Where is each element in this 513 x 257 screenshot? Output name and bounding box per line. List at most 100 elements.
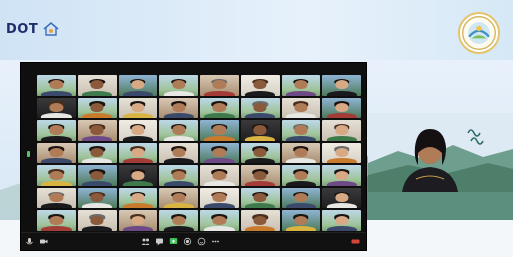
participant-tile[interactable]: [77, 187, 117, 209]
participant-face: [49, 193, 63, 203]
participant-body: [82, 226, 113, 231]
participant-tile[interactable]: [37, 97, 76, 119]
participant-tile[interactable]: [322, 142, 361, 164]
participant-face: [335, 193, 349, 203]
participant-face: [90, 102, 104, 112]
participant-tile[interactable]: [200, 187, 239, 209]
participant-tile[interactable]: [281, 165, 321, 186]
participant-body: [82, 180, 113, 186]
participant-tile[interactable]: [200, 165, 239, 186]
participant-face: [172, 193, 186, 203]
participant-tile[interactable]: [281, 142, 321, 164]
participant-tile[interactable]: [159, 210, 198, 231]
emblem-seal-icon: [458, 12, 500, 54]
participant-tile[interactable]: [240, 120, 280, 141]
participant-tile[interactable]: [281, 120, 321, 141]
participant-tile[interactable]: [159, 142, 198, 164]
participant-tile[interactable]: [37, 142, 76, 164]
mic-icon[interactable]: [25, 237, 34, 246]
participant-face: [253, 170, 267, 180]
participant-tile[interactable]: [322, 97, 361, 119]
participant-face: [294, 170, 308, 180]
participant-tile[interactable]: [77, 120, 117, 141]
participant-face: [335, 125, 349, 135]
participant-tile[interactable]: [281, 210, 321, 231]
participant-tile[interactable]: [118, 210, 158, 231]
reactions-icon[interactable]: [197, 237, 206, 246]
participant-tile[interactable]: [118, 165, 158, 186]
participant-tile[interactable]: [37, 210, 76, 231]
participant-body: [245, 135, 276, 141]
participant-face: [335, 80, 349, 90]
participant-tile[interactable]: [118, 187, 158, 209]
participant-tile[interactable]: [118, 75, 158, 96]
participant-face: [172, 125, 186, 135]
more-icon[interactable]: [211, 237, 220, 246]
participant-tile[interactable]: [322, 210, 361, 231]
leave-icon[interactable]: [351, 237, 360, 246]
participant-tile[interactable]: [77, 97, 117, 119]
participant-tile[interactable]: [200, 142, 239, 164]
participant-tile[interactable]: [322, 75, 361, 96]
participant-tile[interactable]: [322, 120, 361, 141]
participant-body: [204, 90, 235, 96]
participant-body: [204, 158, 235, 164]
participant-tile[interactable]: [240, 165, 280, 186]
video-icon[interactable]: [39, 237, 48, 246]
participant-tile[interactable]: [77, 142, 117, 164]
participant-face: [49, 80, 63, 90]
participant-tile[interactable]: [240, 187, 280, 209]
participant-tile[interactable]: [240, 210, 280, 231]
participant-tile[interactable]: [200, 210, 239, 231]
chat-icon[interactable]: [155, 237, 164, 246]
participant-tile[interactable]: [281, 187, 321, 209]
active-speaker-indicator: [27, 151, 30, 157]
participant-face: [49, 125, 63, 135]
participant-body: [163, 90, 194, 96]
participants-icon[interactable]: [141, 237, 150, 246]
participant-tile[interactable]: [200, 75, 239, 96]
participant-tile[interactable]: [240, 142, 280, 164]
participant-tile[interactable]: [322, 187, 361, 209]
share-screen-icon[interactable]: [169, 237, 178, 246]
participant-body: [204, 135, 235, 141]
participant-tile[interactable]: [281, 75, 321, 96]
participant-tile[interactable]: [118, 97, 158, 119]
participant-face: [131, 215, 145, 225]
participant-face: [253, 193, 267, 203]
participant-body: [41, 226, 72, 231]
record-icon[interactable]: [183, 237, 192, 246]
participant-tile[interactable]: [118, 120, 158, 141]
logo-text: DOT: [6, 21, 39, 37]
participant-body: [285, 135, 316, 141]
participant-body: [82, 113, 113, 119]
participant-tile[interactable]: [159, 120, 198, 141]
participant-tile[interactable]: [37, 187, 76, 209]
participant-tile[interactable]: [159, 187, 198, 209]
participant-body: [326, 226, 357, 231]
participant-face: [212, 102, 226, 112]
participant-body: [41, 90, 72, 96]
participant-tile[interactable]: [159, 75, 198, 96]
participant-face: [253, 102, 267, 112]
participant-tile[interactable]: [240, 75, 280, 96]
participant-tile[interactable]: [77, 210, 117, 231]
participant-tile[interactable]: [322, 165, 361, 186]
participant-tile[interactable]: [159, 97, 198, 119]
participant-tile[interactable]: [37, 120, 76, 141]
presentation-stage: DOT: [0, 0, 513, 257]
participant-tile[interactable]: [159, 165, 198, 186]
participant-face: [212, 215, 226, 225]
participant-tile[interactable]: [200, 120, 239, 141]
participant-tile[interactable]: [37, 75, 76, 96]
participant-tile[interactable]: [200, 97, 239, 119]
participant-tile[interactable]: [281, 97, 321, 119]
participant-tile[interactable]: [118, 142, 158, 164]
participant-tile[interactable]: [77, 165, 117, 186]
participant-tile[interactable]: [37, 165, 76, 186]
organization-logo: DOT: [6, 16, 70, 42]
participant-tile[interactable]: [77, 75, 117, 96]
participant-face: [335, 170, 349, 180]
participant-tile[interactable]: [240, 97, 280, 119]
participant-face: [253, 148, 267, 158]
